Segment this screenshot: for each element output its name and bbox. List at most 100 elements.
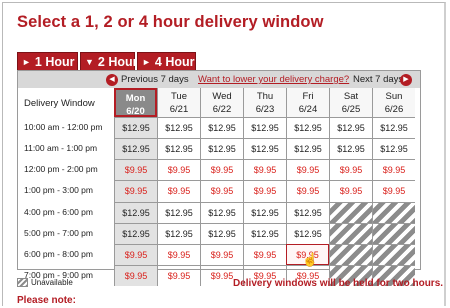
next-week-link[interactable]: Next 7 days (353, 74, 403, 85)
day-column-header[interactable]: Sat 6/25 (329, 88, 372, 117)
day-column-header[interactable]: Wed 6/22 (200, 88, 243, 117)
day-column-header[interactable]: Thu 6/23 (243, 88, 286, 117)
delivery-window-panel: Select a 1, 2 or 4 hour delivery window … (2, 2, 446, 306)
delivery-slot[interactable]: $12.95 (286, 223, 329, 244)
delivery-slot[interactable]: $12.95 (200, 202, 243, 223)
day-name: Tue (170, 91, 188, 102)
delivery-slot[interactable]: $12.95 (372, 117, 415, 138)
chevron-down-icon: ▼ (85, 57, 94, 67)
hand-cursor-icon: ☝ (302, 252, 319, 267)
right-arrow-icon[interactable]: ▶ (400, 74, 412, 86)
day-column-header[interactable]: Sun 6/26 (372, 88, 415, 117)
delivery-slot[interactable]: $12.95 (200, 138, 243, 159)
delivery-slot[interactable]: $9.95 (114, 180, 157, 202)
day-name: Mon (125, 93, 146, 104)
tab-2-hour[interactable]: ▼ 2 Hour (80, 52, 138, 71)
hold-notice: Delivery windows will be held for two ho… (233, 278, 444, 289)
delivery-slot[interactable]: $9.95 (114, 265, 157, 286)
delivery-slot[interactable]: $9.95 (200, 244, 243, 265)
lower-charge-link[interactable]: Want to lower your delivery charge? (198, 74, 349, 85)
unavailable-slot (329, 202, 372, 223)
delivery-slot[interactable]: $12.95 (157, 202, 200, 223)
delivery-slot[interactable]: $9.95 (157, 159, 200, 180)
delivery-slot[interactable]: $9.95 (243, 180, 286, 202)
delivery-slot[interactable]: $12.95 (114, 202, 157, 223)
day-name: Fri (302, 91, 314, 102)
time-slot-label: 11:00 am - 1:00 pm (24, 143, 98, 153)
week-navigation: ◀ Previous 7 days Want to lower your del… (17, 70, 421, 89)
unavailable-slot (372, 244, 415, 265)
delivery-slot[interactable]: $9.95 (372, 159, 415, 180)
day-name: Sat (343, 91, 359, 102)
delivery-slot[interactable]: $12.95 (329, 138, 372, 159)
grid-header-label: Delivery Window (24, 98, 95, 109)
delivery-slot[interactable]: $12.95 (286, 138, 329, 159)
delivery-slot[interactable]: $9.95 (329, 180, 372, 202)
duration-tabs: ► 1 Hour ▼ 2 Hour ► 4 Hour (17, 52, 198, 72)
delivery-slot[interactable]: $9.95 (200, 159, 243, 180)
day-column-header[interactable]: Fri 6/24 (286, 88, 329, 117)
tab-label: 2 Hour (97, 55, 138, 69)
unavailable-slot (372, 223, 415, 244)
time-slot-label: 4:00 pm - 6:00 pm (24, 207, 93, 217)
day-date: 6/21 (169, 104, 189, 115)
delivery-slot[interactable]: $12.95 (286, 202, 329, 223)
time-slot-label: 1:00 pm - 3:00 pm (24, 185, 93, 195)
please-note-heading: Please note: (17, 295, 76, 306)
unavailable-slot (329, 223, 372, 244)
time-slot-label: 12:00 pm - 2:00 pm (24, 164, 98, 174)
delivery-slot[interactable]: $9.95 (286, 180, 329, 202)
tab-4-hour[interactable]: ► 4 Hour (137, 52, 196, 71)
delivery-slot[interactable]: $12.95 (200, 117, 243, 138)
tab-label: 1 Hour (34, 55, 75, 69)
day-date: 6/24 (298, 104, 318, 115)
unavailable-slot (372, 202, 415, 223)
day-name: Thu (256, 91, 274, 102)
delivery-slot[interactable]: $9.95 (243, 244, 286, 265)
delivery-slot[interactable]: $9.95 (329, 159, 372, 180)
delivery-slot[interactable]: $9.95 (157, 244, 200, 265)
previous-week-link[interactable]: Previous 7 days (121, 74, 189, 85)
delivery-slot[interactable]: $9.95 (114, 159, 157, 180)
day-date: 6/26 (384, 104, 404, 115)
delivery-slot[interactable]: $12.95 (157, 223, 200, 244)
time-slot-label: 5:00 pm - 7:00 pm (24, 228, 93, 238)
delivery-slot[interactable]: $12.95 (243, 117, 286, 138)
delivery-slot[interactable]: $9.95 (372, 180, 415, 202)
delivery-slot[interactable]: $12.95 (243, 138, 286, 159)
delivery-slot[interactable]: $12.95 (243, 202, 286, 223)
delivery-slot[interactable]: $12.95 (329, 117, 372, 138)
delivery-slot[interactable]: $12.95 (114, 138, 157, 159)
day-date: 6/23 (255, 104, 275, 115)
day-column-header[interactable]: Mon 6/20 (114, 88, 157, 117)
delivery-slot[interactable]: $12.95 (243, 223, 286, 244)
day-name: Sun (385, 91, 403, 102)
delivery-slot[interactable]: $12.95 (157, 138, 200, 159)
time-slot-label: 10:00 am - 12:00 pm (24, 122, 103, 132)
delivery-slot[interactable]: $12.95 (286, 117, 329, 138)
delivery-slot[interactable]: $9.95 (243, 159, 286, 180)
delivery-slot[interactable]: $9.95 (157, 180, 200, 202)
left-arrow-icon[interactable]: ◀ (106, 74, 118, 86)
day-column-header[interactable]: Tue 6/21 (157, 88, 200, 117)
delivery-slot[interactable]: $9.95 (157, 265, 200, 286)
day-date: 6/22 (212, 104, 232, 115)
delivery-slot[interactable]: $12.95 (372, 138, 415, 159)
delivery-slot[interactable]: $9.95 (114, 244, 157, 265)
delivery-slot[interactable]: $9.95 (200, 180, 243, 202)
play-icon: ► (22, 57, 31, 67)
delivery-slot[interactable]: $12.95 (200, 223, 243, 244)
delivery-slot[interactable]: $12.95 (114, 223, 157, 244)
page-title: Select a 1, 2 or 4 hour delivery window (17, 13, 324, 31)
play-icon: ► (142, 57, 151, 67)
day-name: Wed (212, 91, 232, 102)
delivery-grid: Delivery Window Mon 6/20 Tue 6/21 Wed 6/22 Thu… (17, 88, 421, 286)
delivery-slot[interactable]: $12.95 (114, 117, 157, 138)
delivery-slot[interactable]: $9.95 (286, 159, 329, 180)
unavailable-slot (329, 244, 372, 265)
delivery-slot[interactable]: $12.95 (157, 117, 200, 138)
tab-1-hour[interactable]: ► 1 Hour (17, 52, 78, 71)
tab-label: 4 Hour (154, 55, 195, 69)
time-slot-label: 6:00 pm - 8:00 pm (24, 249, 93, 259)
unavailable-swatch (17, 278, 28, 287)
